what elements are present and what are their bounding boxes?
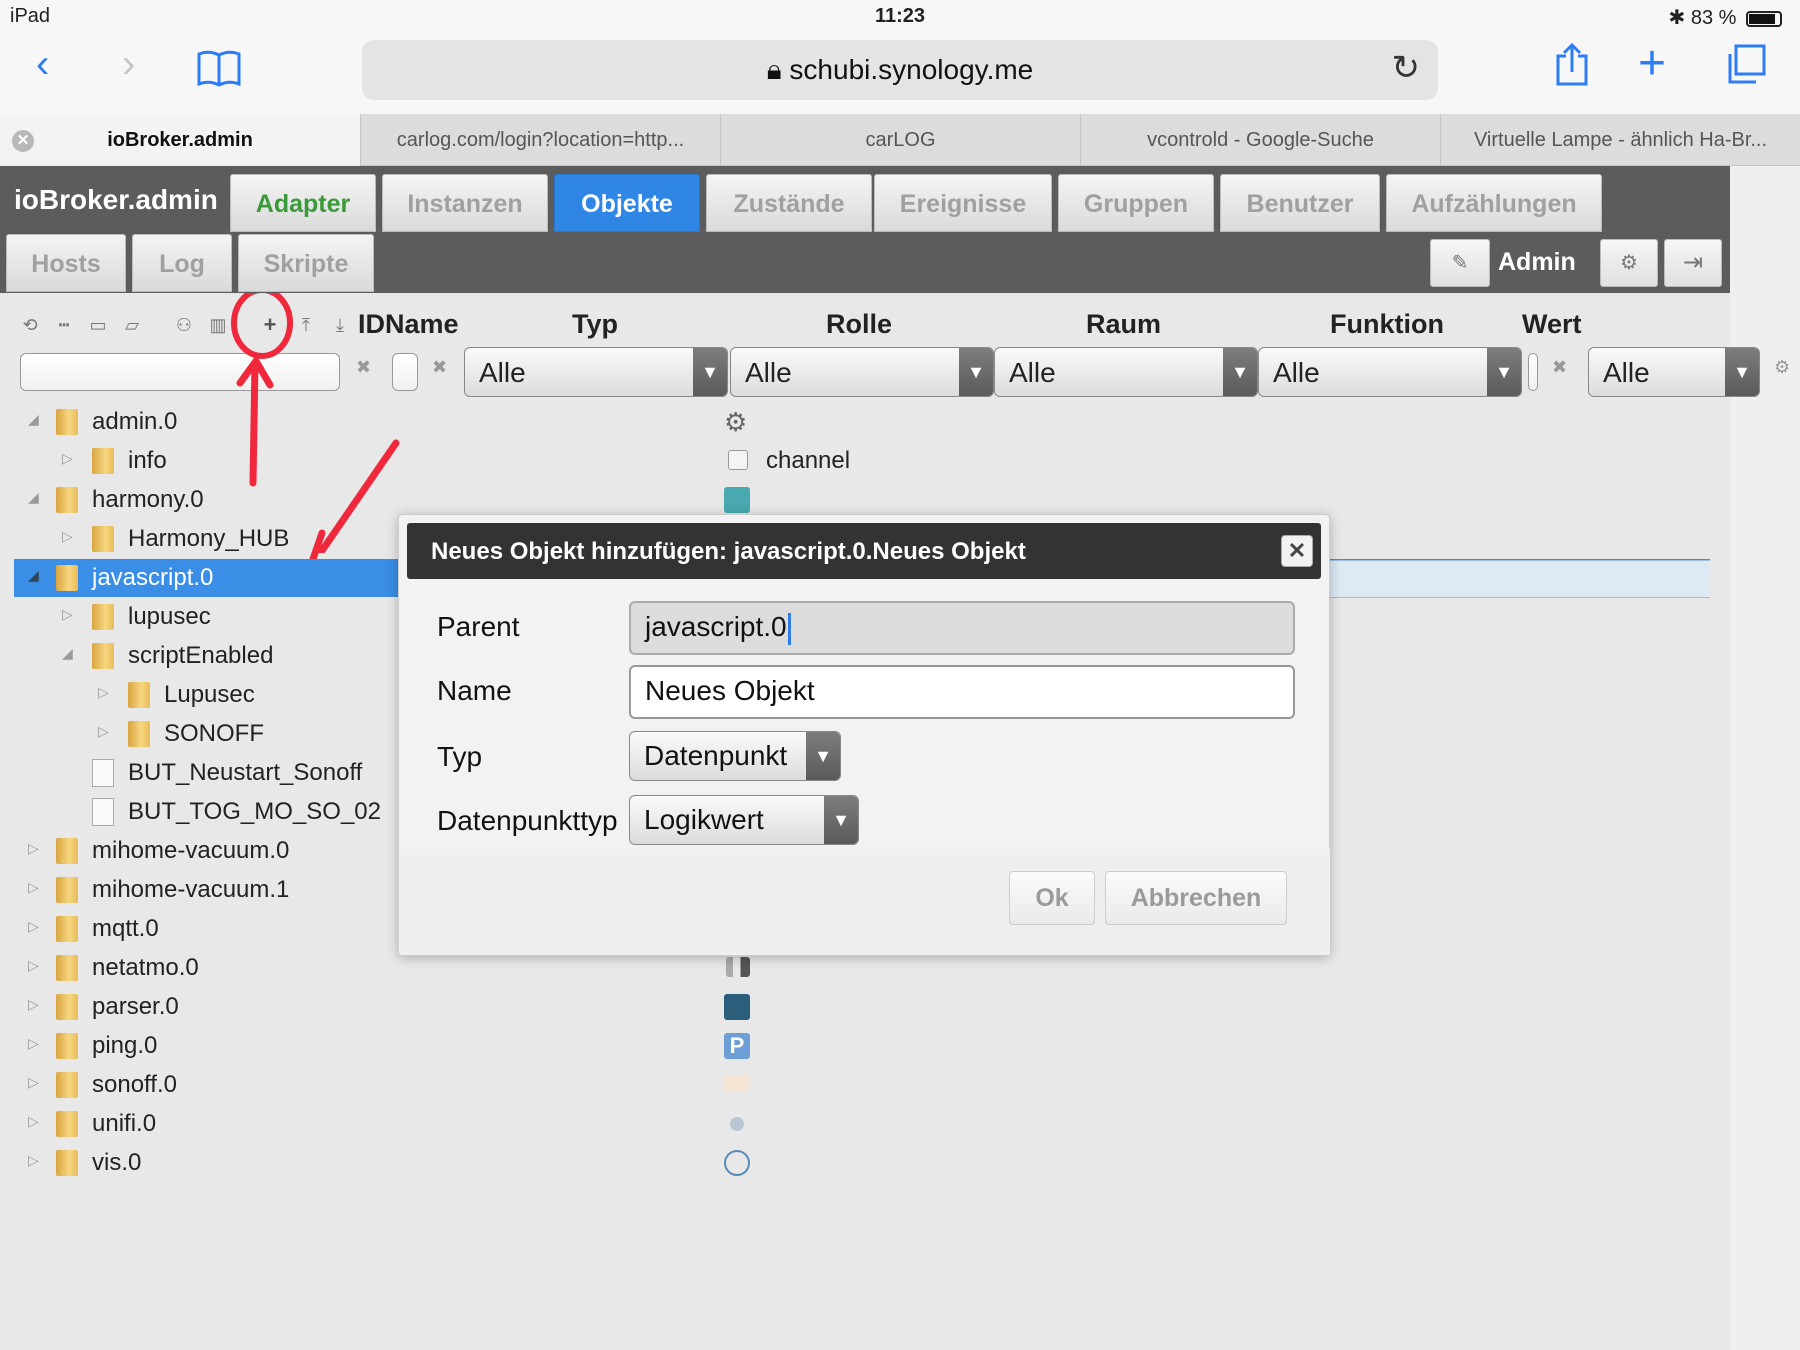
logout-icon[interactable]: ⇥: [1664, 239, 1722, 287]
user-name: Admin: [1498, 248, 1576, 276]
wert-filter-select[interactable]: Alle ▼: [1588, 347, 1760, 397]
tab-ereignisse[interactable]: Ereignisse: [874, 174, 1052, 232]
tree-row[interactable]: ▷ vis.0: [14, 1144, 1710, 1182]
app-header: ioBroker.admin Adapter Instanzen Objekte…: [0, 166, 1730, 293]
column-funktion[interactable]: Funktion: [1330, 309, 1444, 340]
tab-gruppen[interactable]: Gruppen: [1058, 174, 1214, 232]
browser-tab[interactable]: Virtuelle Lampe - ähnlich Ha-Br...: [1440, 114, 1800, 166]
reload-icon[interactable]: ↻: [1392, 48, 1421, 88]
battery-percent: 83 %: [1690, 7, 1737, 29]
column-rolle[interactable]: Rolle: [826, 309, 892, 340]
raum-filter-select[interactable]: Alle ▼: [994, 347, 1258, 397]
clear-icon[interactable]: ✖: [1552, 357, 1567, 378]
tab-aufzaehlungen[interactable]: Aufzählungen: [1386, 174, 1602, 232]
tab-zustaende[interactable]: Zustände: [706, 174, 872, 232]
funktion-filter-select[interactable]: Alle ▼: [1258, 347, 1522, 397]
dialog-title: Neues Objekt hinzufügen: javascript.0.Ne…: [431, 538, 1026, 565]
datenpunkttyp-label: Datenpunkttyp: [437, 805, 618, 836]
ping-icon: P: [724, 1033, 750, 1059]
list-icon[interactable]: ┅: [52, 315, 76, 336]
dropdown-arrow-icon: ▼: [1487, 348, 1521, 396]
selected-row-highlight: [1330, 560, 1710, 598]
battery-icon: [1746, 10, 1782, 27]
battery-indicator: ✱ 83 %: [1669, 5, 1782, 30]
dropdown-arrow-icon: ▼: [959, 348, 993, 396]
netatmo-icon: [726, 957, 750, 977]
app-title: ioBroker.admin: [14, 184, 218, 215]
url-text: 🔒︎ schubi.synology.me: [766, 54, 1034, 85]
dropdown-arrow-icon: ▼: [1725, 348, 1759, 396]
new-object-dialog: Neues Objekt hinzufügen: javascript.0.Ne…: [398, 514, 1330, 956]
typ-select[interactable]: Datenpunkt ▼: [629, 731, 841, 781]
share-icon[interactable]: [1552, 42, 1592, 93]
tree-row[interactable]: ▷ info channel: [14, 442, 1710, 480]
bluetooth-icon: ✱: [1668, 7, 1686, 29]
close-icon[interactable]: ✕: [12, 130, 34, 152]
browser-toolbar: ‹ › 🔒︎ schubi.synology.me ↻ +: [0, 34, 1800, 114]
chevron-left-icon[interactable]: ‹: [36, 42, 49, 87]
status-bar: iPad 11:23 ✱ 83 %: [0, 0, 1800, 34]
browser-tab[interactable]: ✕ ioBroker.admin: [0, 114, 360, 166]
gear-icon[interactable]: ⚙: [1600, 239, 1658, 287]
value-filter-input[interactable]: [1528, 353, 1538, 391]
tab-log[interactable]: Log: [132, 234, 232, 292]
parent-field[interactable]: javascript.0: [629, 601, 1295, 655]
tab-hosts[interactable]: Hosts: [6, 234, 126, 292]
tabs-icon[interactable]: [1724, 42, 1768, 91]
column-raum[interactable]: Raum: [1086, 309, 1161, 340]
parser-icon: [724, 994, 750, 1020]
folder-collapse-icon[interactable]: ▭: [86, 315, 110, 336]
tab-benutzer[interactable]: Benutzer: [1220, 174, 1380, 232]
harmony-icon: [724, 487, 750, 513]
tab-instanzen[interactable]: Instanzen: [382, 174, 548, 232]
info-icon: [728, 450, 748, 470]
tree-row[interactable]: ▷ unifi.0: [14, 1105, 1710, 1143]
cancel-button[interactable]: Abbrechen: [1105, 871, 1287, 925]
column-wert[interactable]: Wert: [1522, 309, 1582, 340]
name-label: Name: [437, 675, 512, 706]
browser-tab[interactable]: carlog.com/login?location=http...: [360, 114, 720, 166]
typ-filter-select[interactable]: Alle ▼: [464, 347, 728, 397]
rolle-filter-select[interactable]: Alle ▼: [730, 347, 994, 397]
clear-icon[interactable]: ✖: [432, 357, 447, 378]
sonoff-icon: [724, 1076, 750, 1092]
browser-tab[interactable]: vcontrold - Google-Suche: [1080, 114, 1440, 166]
name-field[interactable]: Neues Objekt: [629, 665, 1295, 719]
clock: 11:23: [874, 5, 926, 27]
edit-icon[interactable]: ✎: [1430, 239, 1490, 287]
chevron-right-icon[interactable]: ›: [122, 42, 135, 87]
datenpunkttyp-select[interactable]: Logikwert ▼: [629, 795, 859, 845]
address-bar[interactable]: 🔒︎ schubi.synology.me ↻: [362, 40, 1438, 100]
lock-icon: 🔒︎: [766, 54, 782, 85]
dropdown-arrow-icon: ▼: [693, 348, 727, 396]
vis-icon: [724, 1150, 750, 1176]
tab-skripte[interactable]: Skripte: [238, 234, 374, 292]
tree-row[interactable]: ◢ admin.0 ⚙: [14, 403, 1710, 441]
dropdown-arrow-icon: ▼: [824, 796, 858, 844]
browser-tabs: ✕ ioBroker.admin carlog.com/login?locati…: [0, 114, 1800, 166]
parent-label: Parent: [437, 611, 520, 642]
user-icon[interactable]: ⚇: [172, 315, 196, 336]
book-icon[interactable]: [196, 48, 242, 93]
tree-row[interactable]: ▷ sonoff.0: [14, 1066, 1710, 1104]
ok-button[interactable]: Ok: [1009, 871, 1095, 925]
page-scroll-area: [1730, 166, 1800, 1350]
tab-adapter[interactable]: Adapter: [230, 174, 376, 232]
plus-icon[interactable]: +: [1638, 36, 1666, 91]
tree-row[interactable]: ▷ ping.0 P: [14, 1027, 1710, 1065]
dropdown-arrow-icon: ▼: [806, 732, 840, 780]
gear-icon: ⚙: [724, 407, 748, 437]
gear-icon[interactable]: ⚙: [1774, 357, 1790, 378]
folder-expand-icon[interactable]: ▱: [120, 315, 144, 336]
browser-tab[interactable]: carLOG: [720, 114, 1080, 166]
tab-objekte[interactable]: Objekte: [554, 174, 700, 232]
dropdown-arrow-icon: ▼: [1223, 348, 1257, 396]
refresh-icon[interactable]: ⟲: [18, 315, 42, 336]
column-typ[interactable]: Typ: [572, 309, 618, 340]
typ-label: Typ: [437, 741, 483, 772]
unifi-icon: [730, 1117, 744, 1131]
tree-row[interactable]: ▷ parser.0: [14, 988, 1710, 1026]
dialog-header: Neues Objekt hinzufügen: javascript.0.Ne…: [407, 523, 1321, 579]
close-icon[interactable]: ✕: [1281, 535, 1313, 567]
